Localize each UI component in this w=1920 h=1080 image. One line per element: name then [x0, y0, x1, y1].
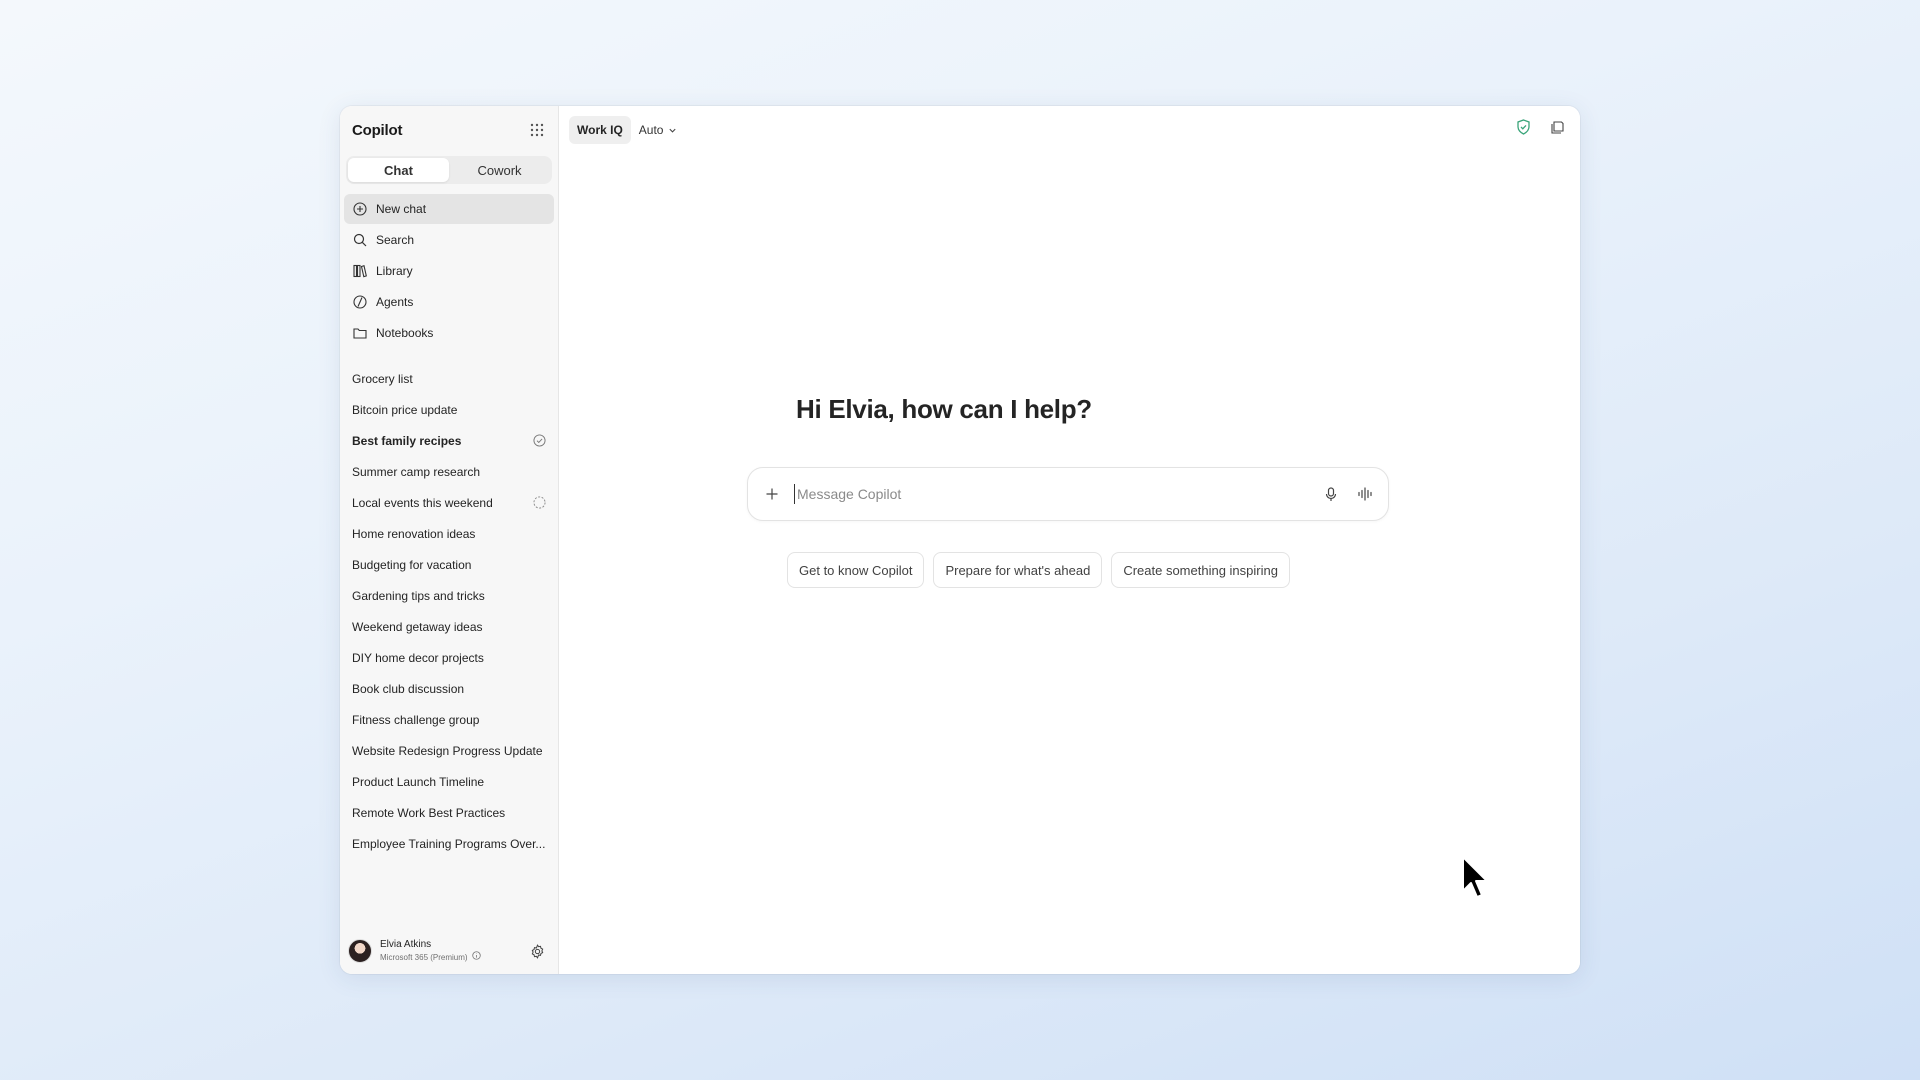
library-icon	[352, 263, 368, 279]
model-selector[interactable]: Auto	[639, 123, 678, 137]
message-composer	[747, 467, 1389, 521]
sidebar-item-notebooks[interactable]: Notebooks	[344, 318, 554, 348]
sidebar-header: Copilot	[340, 108, 558, 152]
agents-icon	[352, 294, 368, 310]
history-item[interactable]: Budgeting for vacation	[344, 549, 554, 580]
suggestion-chip[interactable]: Get to know Copilot	[787, 552, 925, 588]
sidebar-nav: New chat Search Library Agents Notebooks	[340, 192, 558, 351]
history-item[interactable]: Fitness challenge group	[344, 704, 554, 735]
new-chat-button[interactable]: New chat	[344, 194, 554, 224]
sidebar-item-library[interactable]: Library	[344, 256, 554, 286]
loading-circle-icon	[532, 496, 546, 510]
plus-circle-icon	[352, 201, 368, 217]
folder-icon	[352, 325, 368, 341]
history-item[interactable]: Local events this weekend	[344, 487, 554, 518]
nav-label: Notebooks	[376, 326, 434, 340]
search-icon	[352, 232, 368, 248]
suggestion-chips: Get to know Copilot Prepare for what's a…	[787, 552, 1290, 588]
gear-icon[interactable]	[528, 942, 546, 960]
chat-history: Grocery list Bitcoin price update Best f…	[340, 363, 558, 859]
app-launcher-icon[interactable]	[528, 121, 546, 139]
tab-cowork[interactable]: Cowork	[449, 158, 550, 182]
new-window-icon[interactable]	[1548, 118, 1566, 136]
sidebar-item-search[interactable]: Search	[344, 225, 554, 255]
history-item[interactable]: Website Redesign Progress Update	[344, 735, 554, 766]
user-profile[interactable]: Elvia Atkins Microsoft 365 (Premium)	[348, 939, 481, 963]
brand-title: Copilot	[352, 121, 403, 139]
plus-icon[interactable]	[762, 484, 782, 504]
topbar-actions	[1514, 118, 1566, 136]
history-item[interactable]: Summer camp research	[344, 456, 554, 487]
nav-label: Search	[376, 233, 415, 247]
history-item[interactable]: Product Launch Timeline	[344, 766, 554, 797]
greeting-heading: Hi Elvia, how can I help?	[796, 394, 1092, 424]
history-item[interactable]: Employee Training Programs Over...	[344, 828, 554, 859]
work-iq-button[interactable]: Work IQ	[569, 116, 631, 144]
voice-wave-icon[interactable]	[1354, 483, 1376, 505]
nav-label: Library	[376, 264, 413, 278]
history-item[interactable]: Remote Work Best Practices	[344, 797, 554, 828]
topbar: Work IQ Auto	[559, 108, 1580, 152]
suggestion-chip[interactable]: Prepare for what's ahead	[933, 552, 1103, 588]
user-name: Elvia Atkins	[380, 939, 432, 950]
message-input[interactable]	[794, 484, 1308, 504]
sidebar-item-agents[interactable]: Agents	[344, 287, 554, 317]
sidebar: Copilot Chat Cowork New chat Search Libr…	[340, 106, 559, 974]
history-item[interactable]: Gardening tips and tricks	[344, 580, 554, 611]
info-icon	[471, 951, 481, 963]
tab-chat[interactable]: Chat	[348, 158, 449, 182]
check-circle-icon	[532, 434, 546, 448]
history-item[interactable]: Grocery list	[344, 363, 554, 394]
sidebar-footer: Elvia Atkins Microsoft 365 (Premium)	[340, 928, 558, 974]
microphone-icon[interactable]	[1320, 483, 1342, 505]
avatar	[348, 939, 372, 963]
chevron-down-icon	[668, 126, 677, 135]
history-item[interactable]: Best family recipes	[344, 425, 554, 456]
main-area: Work IQ Auto Hi Elvia, how can I help? M…	[559, 106, 1580, 974]
history-item[interactable]: Book club discussion	[344, 673, 554, 704]
shield-check-icon[interactable]	[1514, 118, 1532, 136]
history-item[interactable]: Home renovation ideas	[344, 518, 554, 549]
history-item[interactable]: DIY home decor projects	[344, 642, 554, 673]
copilot-window: Copilot Chat Cowork New chat Search Libr…	[340, 106, 1580, 974]
suggestion-chip[interactable]: Create something inspiring	[1111, 552, 1290, 588]
history-item[interactable]: Bitcoin price update	[344, 394, 554, 425]
nav-label: Agents	[376, 295, 414, 309]
user-plan: Microsoft 365 (Premium)	[380, 951, 481, 963]
nav-label: New chat	[376, 202, 427, 216]
mode-toggle: Chat Cowork	[346, 156, 552, 184]
history-item[interactable]: Weekend getaway ideas	[344, 611, 554, 642]
